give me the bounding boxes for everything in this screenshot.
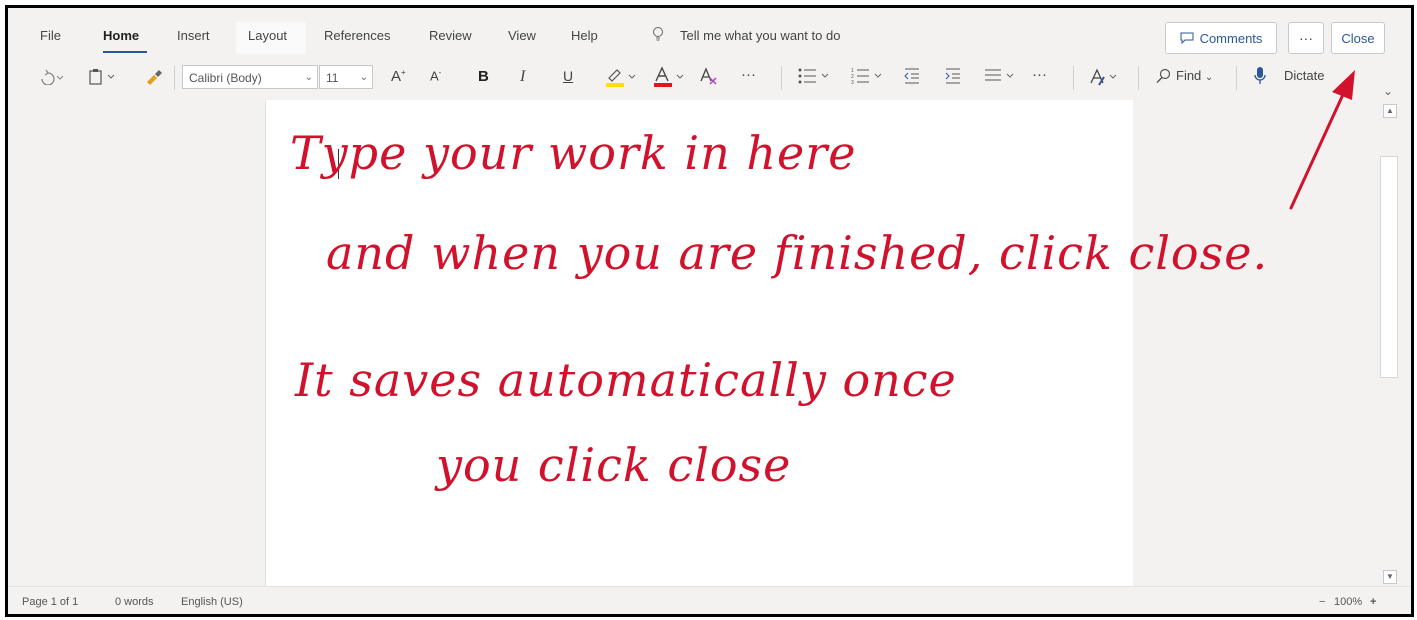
toolbar-divider — [1073, 66, 1074, 90]
format-painter-icon[interactable] — [144, 68, 164, 86]
tab-home[interactable]: Home — [103, 28, 139, 43]
tab-references[interactable]: References — [324, 28, 390, 43]
comment-icon — [1180, 32, 1194, 44]
tab-file[interactable]: File — [40, 28, 61, 43]
more-options-button[interactable]: ··· — [1288, 22, 1324, 54]
left-margin-area — [8, 100, 265, 586]
numbering-icon[interactable]: 1 2 3 — [851, 67, 887, 85]
bullets-icon[interactable] — [798, 67, 834, 85]
toolbar-divider — [1138, 66, 1139, 90]
align-icon[interactable] — [983, 67, 1019, 85]
font-color-icon[interactable] — [651, 66, 691, 88]
tab-insert[interactable]: Insert — [177, 28, 210, 43]
tab-layout[interactable]: Layout — [248, 28, 287, 43]
scroll-down-arrow-icon[interactable]: ▼ — [1383, 570, 1397, 584]
undo-icon[interactable] — [38, 69, 66, 85]
decrease-indent-icon[interactable] — [903, 67, 921, 85]
font-size-value: 11 — [326, 71, 339, 85]
shrink-font-button[interactable]: A- — [430, 68, 441, 83]
font-size-select[interactable]: 11 ⌄ — [319, 65, 373, 89]
right-margin-area — [1133, 100, 1378, 586]
tell-me-search[interactable]: Tell me what you want to do — [680, 28, 840, 43]
increase-indent-icon[interactable] — [944, 67, 962, 85]
clear-formatting-icon[interactable] — [698, 66, 720, 86]
clipboard-icon[interactable] — [88, 68, 120, 86]
styles-icon[interactable] — [1088, 67, 1122, 87]
zoom-level[interactable]: 100% — [1334, 596, 1362, 608]
highlight-color-icon[interactable] — [603, 66, 643, 88]
ribbon-tabs: File Home Insert Layout References Revie… — [8, 8, 1411, 56]
underline-button[interactable]: U — [563, 68, 573, 84]
toolbar-divider — [174, 66, 175, 90]
chevron-down-icon: ⌄ — [1204, 72, 1214, 83]
comments-button[interactable]: Comments — [1165, 22, 1277, 54]
zoom-in-button[interactable]: + — [1370, 596, 1376, 608]
lightbulb-icon — [653, 27, 663, 41]
italic-button[interactable]: I — [520, 68, 525, 86]
font-name-value: Calibri (Body) — [189, 71, 262, 85]
grow-font-button[interactable]: A+ — [391, 68, 406, 85]
ribbon-toolbar: Calibri (Body) ⌄ 11 ⌄ A+ A- B I U ··· 1 … — [8, 56, 1411, 100]
chevron-down-icon: ⌄ — [359, 72, 368, 83]
close-button[interactable]: Close — [1331, 22, 1385, 54]
grow-font-label: A — [391, 68, 402, 85]
document-page[interactable] — [265, 100, 1134, 586]
toolbar-divider — [781, 66, 782, 90]
find-button[interactable]: Find ⌄ — [1176, 68, 1213, 83]
page-count: Page 1 of 1 — [22, 596, 79, 608]
scrollbar-thumb[interactable] — [1380, 156, 1398, 378]
word-count: 0 words — [115, 596, 154, 608]
chevron-down-icon: ⌄ — [304, 72, 313, 83]
tab-view[interactable]: View — [508, 28, 536, 43]
search-icon — [1156, 68, 1171, 83]
comments-label: Comments — [1199, 30, 1263, 46]
more-paragraph-options-button[interactable]: ··· — [1032, 66, 1047, 83]
find-label: Find — [1176, 68, 1202, 83]
scroll-up-arrow-icon[interactable]: ▲ — [1383, 104, 1397, 118]
toolbar-divider — [1236, 66, 1237, 90]
text-cursor — [338, 149, 339, 179]
font-name-select[interactable]: Calibri (Body) ⌄ — [182, 65, 318, 89]
svg-text:3: 3 — [851, 80, 854, 85]
tab-help[interactable]: Help — [571, 28, 598, 43]
shrink-font-label: A — [430, 68, 439, 84]
ribbon-expand-chevron-icon[interactable]: ⌄ — [1383, 84, 1393, 98]
status-bar: Page 1 of 1 0 words English (US) − 100% … — [8, 586, 1411, 614]
tab-review[interactable]: Review — [429, 28, 472, 43]
word-online-window: File Home Insert Layout References Revie… — [5, 5, 1414, 617]
active-tab-indicator — [103, 51, 147, 53]
more-font-options-button[interactable]: ··· — [741, 66, 756, 83]
bold-button[interactable]: B — [478, 68, 489, 85]
microphone-icon — [1254, 67, 1266, 84]
language-indicator[interactable]: English (US) — [181, 596, 243, 608]
dictate-button[interactable]: Dictate — [1284, 68, 1324, 83]
zoom-out-button[interactable]: − — [1319, 596, 1325, 608]
